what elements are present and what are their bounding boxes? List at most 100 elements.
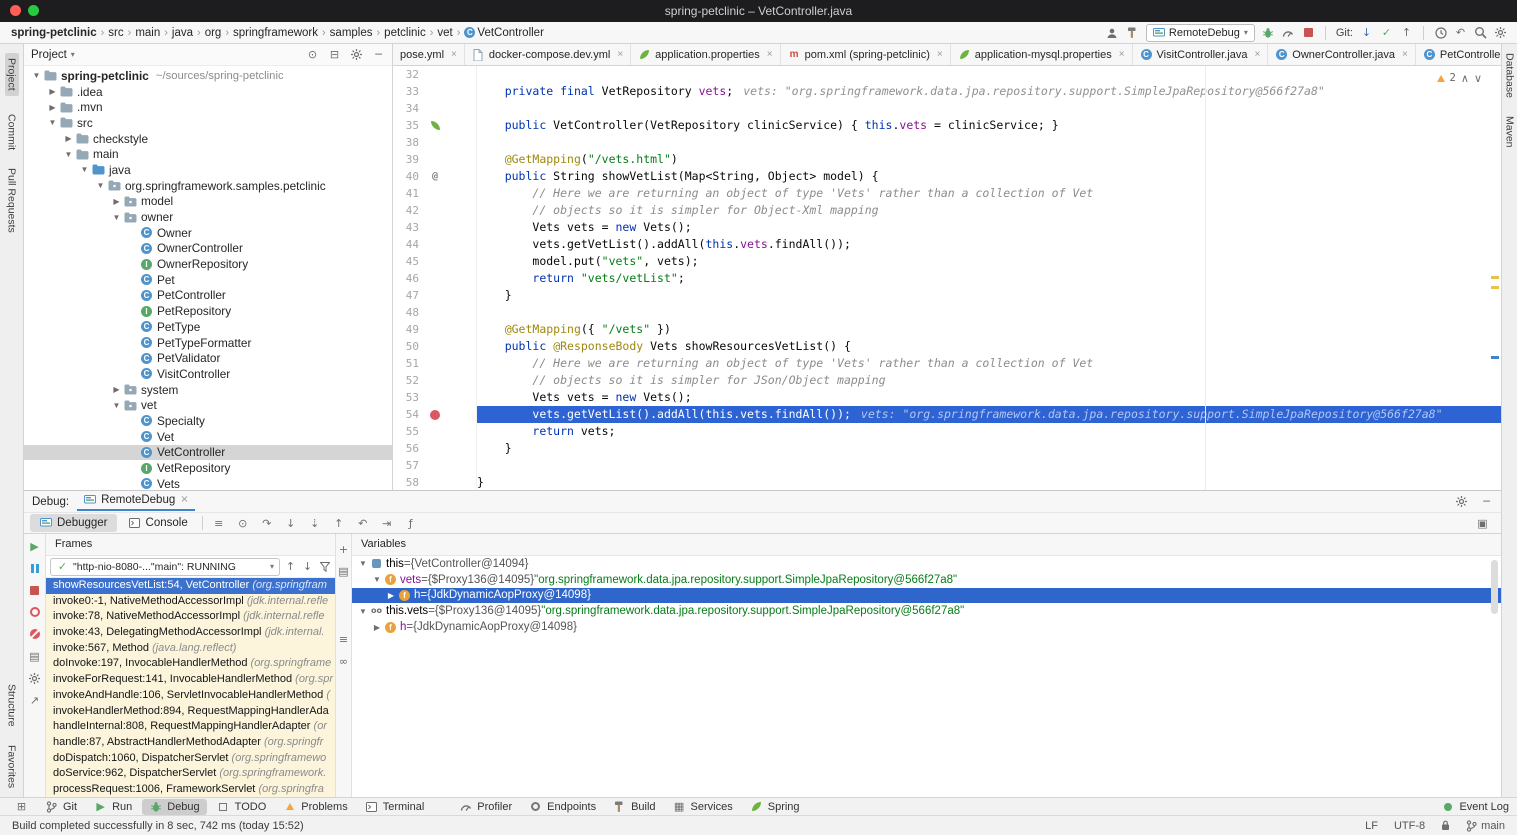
close-window-button[interactable] (10, 5, 21, 16)
tree-item-owner[interactable]: ▼owner (24, 209, 392, 225)
code-line[interactable]: 44 vets.getVetList().addAll(this.vets.fi… (393, 236, 1501, 253)
tree-item-vet[interactable]: CVet (24, 429, 392, 445)
code-text[interactable]: Vets vets = new Vets(); (477, 389, 1501, 406)
view-bp-icon[interactable] (28, 605, 41, 619)
chevron-collapsed-icon[interactable]: ▶ (371, 623, 383, 632)
stack-frame[interactable]: invokeForRequest:141, InvocableHandlerMe… (46, 672, 335, 688)
close-tab-icon[interactable]: × (1254, 49, 1260, 60)
code-line[interactable]: 41 // Here we are returning an object of… (393, 185, 1501, 202)
variables-scrollbar[interactable] (1491, 560, 1498, 614)
stop-icon[interactable] (1302, 26, 1315, 40)
code-text[interactable] (477, 457, 1501, 474)
breadcrumb-item[interactable]: VetController (476, 27, 544, 39)
tree-item-pet[interactable]: CPet (24, 272, 392, 288)
line-number[interactable]: 44 (393, 236, 419, 253)
tree-item-checkstyle[interactable]: ▶checkstyle (24, 131, 392, 147)
dump-icon[interactable]: ▤ (28, 649, 41, 663)
code-line[interactable]: 55 return vets; (393, 423, 1501, 440)
line-number[interactable]: 56 (393, 440, 419, 457)
code-line[interactable]: 54 vets.getVetList().addAll(this.vets.fi… (393, 406, 1501, 423)
code-line[interactable]: 33 private final VetRepository vets;vets… (393, 83, 1501, 100)
tree-item-vet[interactable]: ▼vet (24, 397, 392, 413)
tree-item-.idea[interactable]: ▶.idea (24, 84, 392, 100)
stack-frame[interactable]: invokeAndHandle:106, ServletInvocableHan… (46, 688, 335, 704)
stack-frame[interactable]: doInvoke:197, InvocableHandlerMethod (or… (46, 656, 335, 672)
code-text[interactable]: vets.getVetList().addAll(this.vets.findA… (477, 406, 1501, 423)
drop-frame-icon[interactable]: ↶ (356, 516, 369, 530)
person-icon[interactable] (1106, 26, 1119, 40)
line-number[interactable]: 33 (393, 83, 419, 100)
chevron-expanded-icon[interactable]: ▼ (110, 401, 123, 410)
tree-item-.mvn[interactable]: ▶.mvn (24, 99, 392, 115)
funnel-icon[interactable] (318, 560, 331, 574)
debug-tab-console[interactable]: Console (119, 514, 197, 532)
resume-icon[interactable]: ▶ (28, 539, 41, 553)
breadcrumb-item[interactable]: main (134, 27, 161, 39)
variable-row[interactable]: ▶fh = {JdkDynamicAopProxy@14098} (352, 588, 1501, 604)
code-text[interactable]: // Here we are returning an object of ty… (477, 355, 1501, 372)
inspections-widget[interactable]: 2 ∧ ∨ (1432, 69, 1487, 88)
stack-frame[interactable]: invoke0:-1, NativeMethodAccessorImpl (jd… (46, 594, 335, 610)
stack-frame[interactable]: invoke:43, DelegatingMethodAccessorImpl … (46, 625, 335, 641)
line-number[interactable]: 54 (393, 406, 419, 423)
chevron-expanded-icon[interactable]: ▼ (78, 165, 91, 174)
code-line[interactable]: 48 (393, 304, 1501, 321)
hide-icon[interactable]: ─ (372, 48, 385, 62)
code-line[interactable]: 43 Vets vets = new Vets(); (393, 219, 1501, 236)
tree-item-spring-petclinic[interactable]: ▼spring-petclinic~/sources/spring-petcli… (24, 68, 392, 84)
stack-frame[interactable]: processRequest:1006, FrameworkServlet (o… (46, 782, 335, 797)
tool-window-button-switcher[interactable]: ⊞ (8, 799, 35, 815)
code-text[interactable] (477, 304, 1501, 321)
close-tab-icon[interactable]: × (1119, 49, 1125, 60)
tree-item-java[interactable]: ▼java (24, 162, 392, 178)
evaluate-icon[interactable]: ƒ (404, 516, 417, 530)
tool-window-button-debug[interactable]: Debug (142, 799, 206, 815)
line-number[interactable]: 45 (393, 253, 419, 270)
code-line[interactable]: 45 model.put("vets", vets); (393, 253, 1501, 270)
code-editor[interactable]: 2 ∧ ∨ 3233 private final VetRepository v… (393, 66, 1501, 490)
url-mapping-icon[interactable]: @ (427, 170, 443, 184)
tree-item-pettypeformatter[interactable]: CPetTypeFormatter (24, 335, 392, 351)
code-line[interactable]: 34 (393, 100, 1501, 117)
tree-item-petvalidator[interactable]: CPetValidator (24, 350, 392, 366)
chevron-collapsed-icon[interactable]: ▶ (385, 591, 397, 600)
editor-tab[interactable]: CVisitController.java× (1133, 44, 1269, 65)
code-line[interactable]: 46 return "vets/vetList"; (393, 270, 1501, 287)
chevron-collapsed-icon[interactable]: ▶ (46, 103, 59, 112)
tool-window-button-services[interactable]: ▦Services (666, 799, 740, 815)
restore-icon[interactable]: ▣ (1476, 516, 1489, 530)
variable-row[interactable]: ▼this = {VetController@14094} (352, 556, 1501, 572)
close-tab-icon[interactable]: × (451, 49, 457, 60)
step-over-icon[interactable]: ↷ (260, 516, 273, 530)
code-line[interactable]: 42 // objects so it is simpler for Objec… (393, 202, 1501, 219)
chevron-expanded-icon[interactable]: ▼ (371, 575, 383, 584)
line-number[interactable]: 43 (393, 219, 419, 236)
step-into-icon[interactable]: ↓ (284, 516, 297, 530)
stripe-button-favorites[interactable]: Favorites (6, 745, 18, 788)
tree-item-ownercontroller[interactable]: COwnerController (24, 241, 392, 257)
hammer-icon[interactable] (1126, 26, 1139, 40)
line-number[interactable]: 58 (393, 474, 419, 490)
tool-window-button-run[interactable]: ▶Run (87, 799, 139, 815)
chevron-collapsed-icon[interactable]: ▶ (110, 385, 123, 394)
stripe-button-structure[interactable]: Structure (6, 684, 18, 727)
debug-tab-debugger[interactable]: Debugger (30, 514, 117, 532)
code-line[interactable]: 39 @GetMapping("/vets.html") (393, 151, 1501, 168)
code-text[interactable] (477, 66, 1501, 83)
code-line[interactable]: 50 public @ResponseBody Vets showResourc… (393, 338, 1501, 355)
code-line[interactable]: 35 public VetController(VetRepository cl… (393, 117, 1501, 134)
line-number[interactable]: 39 (393, 151, 419, 168)
next-issue-icon[interactable]: ∨ (1474, 73, 1482, 84)
close-tab-icon[interactable]: × (617, 49, 623, 60)
tool-window-button-spring[interactable]: Spring (743, 799, 807, 815)
locate-icon[interactable]: ⊙ (306, 48, 319, 62)
editor-tab[interactable]: COwnerController.java× (1268, 44, 1416, 65)
code-text[interactable]: // objects so it is simpler for JSon/Obj… (477, 372, 1501, 389)
tree-item-vets[interactable]: CVets (24, 476, 392, 490)
code-line[interactable]: 40@ public String showVetList(Map<String… (393, 168, 1501, 185)
line-number[interactable]: 42 (393, 202, 419, 219)
editor-tab[interactable]: application.properties× (631, 44, 780, 65)
stack-frame[interactable]: handleInternal:808, RequestMappingHandle… (46, 719, 335, 735)
code-text[interactable]: return vets; (477, 423, 1501, 440)
chevron-collapsed-icon[interactable]: ▶ (110, 197, 123, 206)
